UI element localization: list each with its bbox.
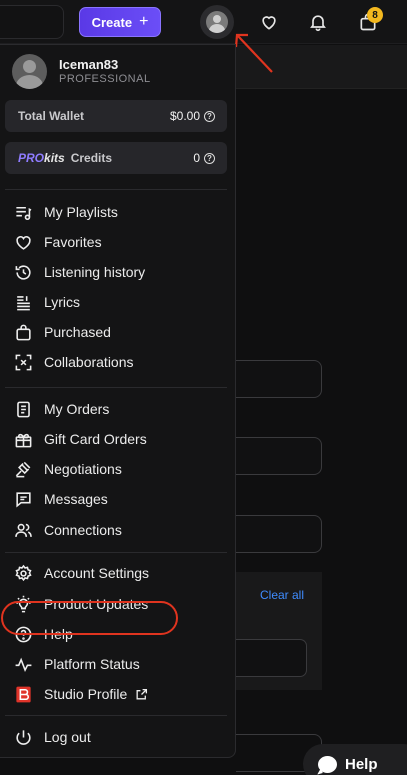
menu-divider xyxy=(5,715,227,716)
profile-avatar-button[interactable] xyxy=(200,5,234,39)
cart-count-badge: 8 xyxy=(367,7,383,23)
form-field[interactable] xyxy=(236,639,307,677)
clear-all-link[interactable]: Clear all xyxy=(260,588,304,602)
avatar xyxy=(12,53,47,89)
menu-item-my-orders[interactable]: My Orders xyxy=(0,394,236,424)
menu-item-label: My Playlists xyxy=(44,204,118,220)
profile-summary[interactable]: Iceman83 PROFESSIONAL xyxy=(12,53,151,89)
prokits-logo-pro: PRO xyxy=(18,151,45,165)
help-chat-label: Help xyxy=(345,755,378,773)
menu-item-label: Lyrics xyxy=(44,294,81,310)
chat-bubble-icon xyxy=(318,755,337,773)
help-chat-button[interactable]: Help xyxy=(303,744,407,775)
annotation-arrow-icon xyxy=(234,33,273,73)
menu-item-label: Gift Card Orders xyxy=(44,431,147,447)
total-wallet-label: Total Wallet xyxy=(18,109,84,123)
gear-icon xyxy=(15,564,32,581)
menu-item-label: My Orders xyxy=(44,401,110,417)
bag-icon xyxy=(16,324,31,340)
menu-item-label: Account Settings xyxy=(44,565,150,581)
menu-item-label: Favorites xyxy=(44,234,102,250)
external-link-icon xyxy=(136,688,148,699)
menu-item-label: Messages xyxy=(44,491,108,507)
lyrics-icon xyxy=(17,295,30,310)
users-icon xyxy=(15,523,32,537)
menu-item-platform-status[interactable]: Platform Status xyxy=(0,649,236,679)
help-circle-icon[interactable]: ? xyxy=(204,110,215,122)
menu-item-my-playlists[interactable]: My Playlists xyxy=(0,197,236,227)
filter-card: Clear all xyxy=(236,572,322,690)
form-field[interactable] xyxy=(236,515,322,553)
form-field[interactable] xyxy=(236,437,322,475)
orders-icon xyxy=(17,401,30,417)
menu-item-purchased[interactable]: Purchased xyxy=(0,317,236,347)
menu-item-studio-profile[interactable]: Studio Profile xyxy=(0,679,236,709)
gift-icon xyxy=(15,433,32,447)
menu-divider xyxy=(5,387,227,388)
activity-icon xyxy=(15,657,32,672)
heart-icon xyxy=(16,235,31,250)
message-icon xyxy=(16,491,31,507)
user-role: PROFESSIONAL xyxy=(59,73,151,85)
top-bar: Create + 8 xyxy=(0,0,407,44)
gavel-icon xyxy=(15,461,31,477)
menu-item-label: Log out xyxy=(44,729,91,745)
prokits-logo-kits: kits xyxy=(44,151,65,165)
playlist-icon xyxy=(16,206,32,220)
search-box[interactable] xyxy=(0,5,64,39)
menu-item-connections[interactable]: Connections xyxy=(0,515,236,545)
menu-item-label: Studio Profile xyxy=(44,686,128,702)
menu-item-negotiations[interactable]: Negotiations xyxy=(0,454,236,484)
menu-divider xyxy=(5,189,227,190)
bell-icon[interactable] xyxy=(307,11,329,33)
account-dropdown-menu: Iceman83 PROFESSIONAL Total Wallet $0.00… xyxy=(0,44,236,758)
menu-item-label: Purchased xyxy=(44,324,111,340)
credits-label: Credits xyxy=(70,151,113,165)
create-button[interactable]: Create + xyxy=(79,7,161,37)
total-wallet-value: $0.00 xyxy=(169,109,200,123)
page: Clear all Help Create + 8 Iceman83 PROFE… xyxy=(0,0,407,775)
power-icon xyxy=(16,729,31,745)
form-field[interactable] xyxy=(236,360,322,398)
menu-item-label: Connections xyxy=(44,522,122,538)
menu-item-collaborations[interactable]: Collaborations xyxy=(0,347,236,377)
menu-item-label: Platform Status xyxy=(44,656,140,672)
collaborations-icon xyxy=(15,354,32,370)
menu-item-label: Listening history xyxy=(44,264,146,280)
history-icon xyxy=(15,264,31,280)
menu-item-label: Collaborations xyxy=(44,354,134,370)
help-circle-icon[interactable]: ? xyxy=(204,152,215,164)
menu-item-listening-history[interactable]: Listening history xyxy=(0,257,236,287)
menu-item-favorites[interactable]: Favorites xyxy=(0,227,236,257)
studio-logo-icon xyxy=(16,686,31,702)
menu-item-log-out[interactable]: Log out xyxy=(0,722,236,752)
annotation-highlight xyxy=(1,601,178,635)
menu-item-lyrics[interactable]: Lyrics xyxy=(0,287,236,317)
create-button-label: Create xyxy=(91,14,133,30)
avatar-icon xyxy=(206,11,228,33)
credits-value: 0 xyxy=(193,151,200,165)
menu-item-label: Negotiations xyxy=(44,461,122,477)
plus-icon: + xyxy=(139,13,149,30)
username: Iceman83 xyxy=(59,57,119,72)
total-wallet-row[interactable]: Total Wallet $0.00 ? xyxy=(5,100,227,132)
menu-item-messages[interactable]: Messages xyxy=(0,484,236,514)
menu-item-gift-card-orders[interactable]: Gift Card Orders xyxy=(0,424,236,454)
menu-divider xyxy=(5,552,227,553)
prokits-credits-row[interactable]: PROkits Credits 0 ? xyxy=(5,142,227,174)
menu-item-account-settings[interactable]: Account Settings xyxy=(0,558,236,588)
